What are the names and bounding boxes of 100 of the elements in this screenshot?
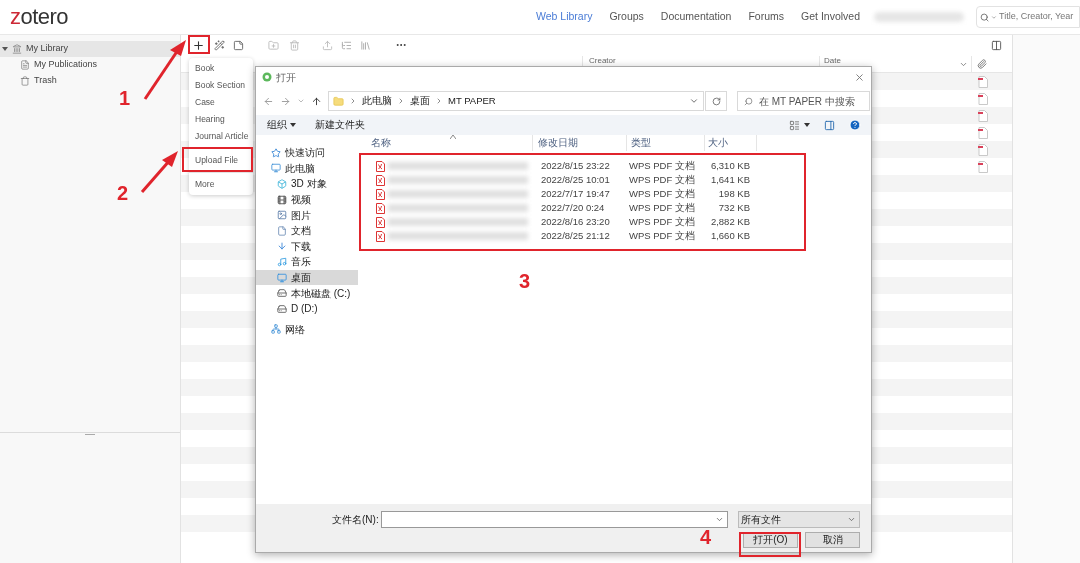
file-size: 198 KB: [717, 186, 750, 201]
step-number: 2: [117, 183, 129, 203]
folder-icon: [333, 95, 344, 107]
back-icon[interactable]: [263, 95, 274, 107]
nav-pane-item[interactable]: 3D 对象: [256, 176, 358, 192]
organize-button[interactable]: 组织: [267, 117, 296, 133]
nav-pane-item[interactable]: 此电脑: [256, 160, 358, 177]
image-icon: [277, 210, 287, 221]
note-icon[interactable]: [233, 39, 244, 51]
breadcrumb[interactable]: 此电脑: [362, 93, 392, 109]
nav-link[interactable]: Web Library: [535, 9, 593, 25]
nav-pane-item[interactable]: 图片: [256, 207, 358, 223]
file-type: WPS PDF 文档: [628, 228, 696, 243]
refresh-button[interactable]: [705, 91, 727, 111]
file-row[interactable]: 2022/8/25 21:12 WPS PDF 文档 1,660 KB: [363, 229, 871, 243]
sidebar-item[interactable]: My Publications: [0, 57, 180, 73]
sidebar-item[interactable]: My Library: [0, 41, 180, 57]
menu-item[interactable]: Upload File: [195, 154, 238, 167]
resize-handle[interactable]: [85, 434, 95, 435]
columns-icon[interactable]: [991, 39, 1002, 51]
close-icon[interactable]: [854, 71, 865, 83]
nav-pane-item[interactable]: 快速访问: [256, 145, 358, 161]
app-logo-icon: [262, 72, 272, 82]
file-row[interactable]: 2022/8/16 23:20 WPS PDF 文档 2,882 KB: [363, 215, 871, 229]
file-date: 2022/8/25 10:01: [540, 172, 611, 187]
menu-item[interactable]: Hearing: [195, 113, 225, 126]
highlight-frame: [739, 532, 801, 557]
file-row[interactable]: 2022/7/20 0:24 WPS PDF 文档 732 KB: [363, 201, 871, 215]
file-size: 2,882 KB: [709, 214, 750, 229]
column-header[interactable]: 修改日期: [538, 137, 578, 148]
new-item-button[interactable]: [191, 38, 205, 52]
menu-item[interactable]: Book Section: [195, 79, 246, 92]
sort-caret-icon: [959, 60, 968, 69]
file-row[interactable]: 2022/8/25 10:01 WPS PDF 文档 1,641 KB: [363, 173, 871, 187]
sidebar-item[interactable]: Trash: [0, 73, 180, 89]
list-icon[interactable]: [341, 39, 352, 51]
zotero-logo[interactable]: zotero: [10, 6, 68, 28]
pdf-file-icon: [376, 174, 385, 186]
up-icon[interactable]: [311, 95, 322, 107]
nav-pane-item[interactable]: 网络: [256, 321, 358, 338]
file-row[interactable]: 2022/8/15 23:22 WPS PDF 文档 6,310 KB: [363, 159, 871, 173]
nav-link[interactable]: Forums: [748, 9, 785, 25]
file-type: WPS PDF 文档: [628, 200, 696, 215]
expand-triangle-icon[interactable]: [2, 46, 8, 52]
nav-pane-item[interactable]: 下载: [256, 238, 358, 255]
menu-item[interactable]: Case: [195, 96, 215, 109]
address-caret-icon[interactable]: [689, 96, 699, 106]
highlight-frame: [188, 35, 210, 54]
nav-pane-item[interactable]: 视频: [256, 191, 358, 208]
dialog-title: 打开: [276, 70, 296, 85]
magic-wand-icon[interactable]: [214, 39, 225, 51]
nav-pane-item[interactable]: 文档: [256, 222, 358, 239]
file-date: 2022/7/20 0:24: [540, 200, 606, 215]
paperclip-icon[interactable]: [977, 59, 987, 69]
menu-item[interactable]: More: [195, 178, 215, 191]
file-type-dropdown[interactable]: 所有文件: [738, 510, 860, 528]
filename-label: 文件名(N):: [332, 512, 380, 527]
search-field[interactable]: 在 MT PAPER 中搜索: [737, 91, 870, 111]
file-size: 732 KB: [717, 200, 750, 215]
nav-link[interactable]: Get Involved: [801, 9, 860, 25]
file-date: 2022/8/16 23:20: [540, 214, 611, 229]
search-input[interactable]: Title, Creator, Year: [999, 10, 1079, 24]
nav-link[interactable]: Documentation: [660, 9, 732, 25]
pdf-file-icon: [376, 202, 385, 214]
library-icon[interactable]: [360, 39, 371, 51]
file-size: 6,310 KB: [709, 158, 750, 173]
new-folder-button[interactable]: 新建文件夹: [315, 117, 365, 133]
pdf-file-icon: [376, 230, 385, 242]
nav-link[interactable]: Groups: [609, 9, 644, 25]
search-input[interactable]: 在 MT PAPER 中搜索: [759, 93, 867, 109]
filename-field[interactable]: [381, 510, 728, 528]
search-field[interactable]: Title, Creator, Year: [976, 6, 1080, 28]
file-row[interactable]: 2022/7/17 19:47 WPS PDF 文档 198 KB: [363, 187, 871, 201]
breadcrumb[interactable]: 桌面: [410, 93, 430, 109]
column-header[interactable]: 名称: [371, 137, 391, 148]
trash-icon: [20, 76, 30, 86]
export-icon[interactable]: [322, 39, 333, 51]
nav-pane-item[interactable]: 桌面: [256, 269, 358, 286]
preview-pane-icon[interactable]: [824, 119, 835, 131]
address-bar[interactable]: 此电脑 桌面 MT PAPER: [328, 91, 704, 111]
dialog-button[interactable]: 取消: [805, 532, 860, 548]
column-header[interactable]: Creator: [589, 56, 616, 65]
pdf-file-icon: [376, 188, 385, 200]
column-header[interactable]: Date: [824, 56, 841, 65]
menu-item[interactable]: Book: [195, 62, 215, 75]
video-icon: [277, 194, 287, 205]
nav-pane-item[interactable]: 音乐: [256, 254, 358, 270]
forward-icon[interactable]: [280, 95, 291, 107]
help-icon[interactable]: [849, 119, 861, 131]
recent-caret-icon[interactable]: [297, 97, 305, 105]
breadcrumb[interactable]: MT PAPER: [448, 93, 496, 109]
column-header[interactable]: 大小: [708, 137, 728, 148]
nav-pane-item[interactable]: 本地磁盘 (C:): [256, 285, 358, 301]
column-header[interactable]: 类型: [631, 137, 651, 148]
breadcrumb-separator-icon: [349, 97, 357, 105]
file-size: 1,660 KB: [709, 228, 750, 243]
menu-item[interactable]: Journal Article: [195, 130, 249, 143]
music-icon: [277, 256, 287, 267]
trash-icon[interactable]: [289, 39, 300, 51]
nav-pane-item[interactable]: D (D:): [256, 300, 358, 317]
